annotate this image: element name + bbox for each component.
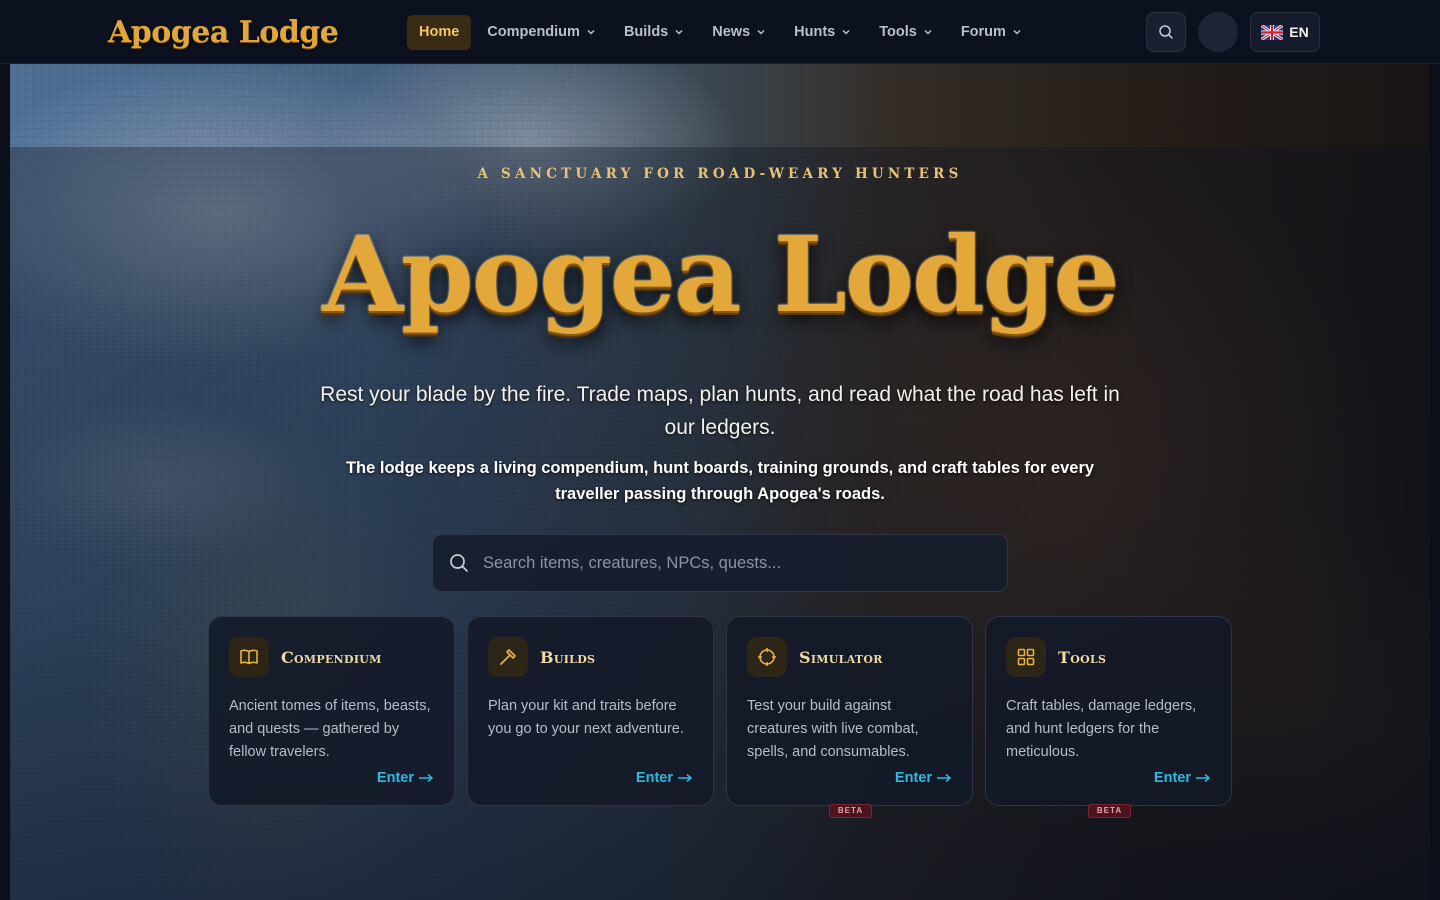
arrow-right-icon xyxy=(1196,773,1211,783)
chevron-down-icon xyxy=(587,29,595,35)
card-description: Plan your kit and traits before you go t… xyxy=(488,698,684,737)
search-icon xyxy=(450,554,468,572)
hero-logo: Apogea Lodge xyxy=(322,213,1119,336)
nav-tools[interactable]: Tools xyxy=(867,15,945,50)
card-description: Test your build against creatures with l… xyxy=(747,698,919,760)
user-avatar[interactable] xyxy=(1198,12,1238,52)
beta-badge: BETA xyxy=(829,804,872,818)
arrow-right-icon xyxy=(678,773,693,783)
card-title: Simulator xyxy=(799,647,883,667)
hero-subtext: The lodge keeps a living compendium, hun… xyxy=(345,459,1095,503)
card-header: Builds xyxy=(488,637,693,677)
nav-compendium[interactable]: Compendium xyxy=(475,15,608,50)
card-title: Compendium xyxy=(281,647,382,667)
grid-icon xyxy=(1017,648,1035,666)
nav-forum[interactable]: Forum xyxy=(949,15,1034,50)
uk-flag-icon xyxy=(1261,24,1284,40)
nav-forum-label: Forum xyxy=(960,24,1006,40)
card-tools[interactable]: Tools Craft tables, damage ledgers, and … xyxy=(985,616,1232,818)
chevron-down-icon xyxy=(924,29,932,35)
card-enter-label: Enter xyxy=(376,770,414,786)
search-input[interactable] xyxy=(483,553,963,573)
card-simulator[interactable]: Simulator Test your build against creatu… xyxy=(726,616,973,818)
main-nav: Home Compendium Builds News Hunts Tools … xyxy=(407,14,1034,50)
site-logo[interactable]: Apogea Lodge xyxy=(108,10,339,54)
hero-tagline: A sanctuary for road-weary hunters xyxy=(477,166,963,182)
card-compendium[interactable]: Compendium Ancient tomes of items, beast… xyxy=(208,616,455,806)
arrow-right-icon xyxy=(937,773,952,783)
target-icon xyxy=(758,648,776,666)
search-button[interactable] xyxy=(1146,12,1186,52)
card-enter-label: Enter xyxy=(894,770,932,786)
card-builds[interactable]: Builds Plan your kit and traits before y… xyxy=(467,616,714,806)
card-icon-wrap xyxy=(229,637,269,677)
top-navbar: Apogea Lodge Home Compendium Builds News… xyxy=(0,0,1440,64)
card-title: Tools xyxy=(1058,647,1107,667)
hero-lead: Rest your blade by the fire. Trade maps,… xyxy=(320,383,1120,439)
card-icon-wrap xyxy=(747,637,787,677)
card-enter-link[interactable]: Enter xyxy=(377,770,434,786)
card-icon-wrap xyxy=(488,637,528,677)
nav-home-label: Home xyxy=(419,24,460,40)
nav-news[interactable]: News xyxy=(700,15,778,50)
feature-cards: Compendium Ancient tomes of items, beast… xyxy=(208,616,1232,818)
beta-badge: BETA xyxy=(1088,804,1131,818)
hero-top-shade xyxy=(10,64,1430,147)
hammer-icon xyxy=(500,649,516,665)
card-header: Tools xyxy=(1006,637,1211,677)
card-enter-link[interactable]: Enter xyxy=(1154,770,1211,786)
nav-compendium-label: Compendium xyxy=(487,24,580,40)
nav-builds[interactable]: Builds xyxy=(612,15,696,50)
nav-news-label: News xyxy=(712,24,751,40)
card-description: Ancient tomes of items, beasts, and ques… xyxy=(229,698,431,760)
chevron-down-icon xyxy=(757,29,765,35)
card-enter-label: Enter xyxy=(635,770,673,786)
card-header: Compendium xyxy=(229,637,434,677)
card-description: Craft tables, damage ledgers, and hunt l… xyxy=(1006,698,1197,760)
chevron-down-icon xyxy=(675,29,683,35)
language-selector[interactable]: EN xyxy=(1250,12,1320,52)
card-enter-label: Enter xyxy=(1153,770,1191,786)
language-code: EN xyxy=(1289,24,1309,40)
chevron-down-icon xyxy=(1013,29,1021,35)
card-enter-link[interactable]: Enter xyxy=(636,770,693,786)
nav-home[interactable]: Home xyxy=(407,14,472,50)
arrow-right-icon xyxy=(419,773,434,783)
card-icon-wrap xyxy=(1006,637,1046,677)
search-icon xyxy=(1159,25,1173,39)
card-enter-link[interactable]: Enter xyxy=(895,770,952,786)
nav-hunts[interactable]: Hunts xyxy=(782,15,863,50)
hero-search xyxy=(432,534,1008,592)
card-title: Builds xyxy=(540,647,596,667)
nav-hunts-label: Hunts xyxy=(794,24,836,40)
header-actions: EN xyxy=(1146,12,1320,52)
book-icon xyxy=(240,649,258,665)
nav-tools-label: Tools xyxy=(879,24,917,40)
chevron-down-icon xyxy=(842,29,850,35)
nav-builds-label: Builds xyxy=(623,24,669,40)
card-header: Simulator xyxy=(747,637,952,677)
